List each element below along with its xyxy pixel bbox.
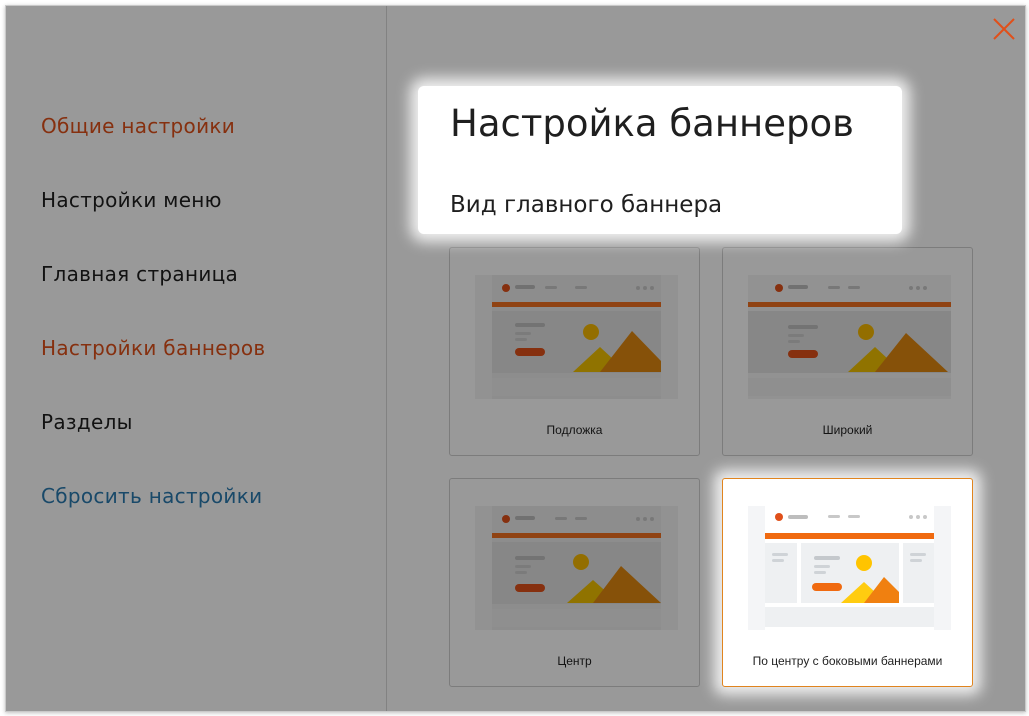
banner-option-center-side-banners[interactable]: По центру с боковыми баннерами: [722, 478, 973, 687]
close-icon: [993, 18, 1015, 40]
close-button[interactable]: [991, 16, 1017, 42]
nav-general-settings[interactable]: Общие настройки: [41, 114, 235, 138]
heading-block: Настройка баннеров Вид главного баннера: [418, 86, 902, 234]
banner-option-label: По центру с боковыми баннерами: [752, 654, 943, 668]
section-title: Вид главного баннера: [450, 192, 723, 218]
banner-preview-center-side-icon: [748, 506, 951, 630]
banner-preview-wide-icon: [748, 275, 951, 399]
page-title: Настройка баннеров: [450, 102, 854, 145]
banner-preview-center-icon: [475, 506, 678, 630]
banner-preview-substrate-icon: [475, 275, 678, 399]
nav-sections[interactable]: Разделы: [41, 410, 133, 434]
nav-menu-settings[interactable]: Настройки меню: [41, 188, 222, 212]
banner-option-substrate[interactable]: Подложка: [449, 247, 700, 456]
banner-option-center[interactable]: Центр: [449, 478, 700, 687]
nav-home-page[interactable]: Главная страница: [41, 262, 238, 286]
banner-option-label: Широкий: [822, 423, 873, 437]
reset-settings-link[interactable]: Сбросить настройки: [41, 484, 262, 508]
banner-option-wide[interactable]: Широкий: [722, 247, 973, 456]
banner-option-label: Подложка: [546, 423, 603, 437]
settings-sidebar: Общие настройки Настройки меню Главная с…: [6, 6, 387, 711]
nav-banner-settings[interactable]: Настройки баннеров: [41, 336, 265, 360]
banner-option-label: Центр: [557, 654, 592, 668]
settings-dialog: Общие настройки Настройки меню Главная с…: [5, 5, 1026, 712]
